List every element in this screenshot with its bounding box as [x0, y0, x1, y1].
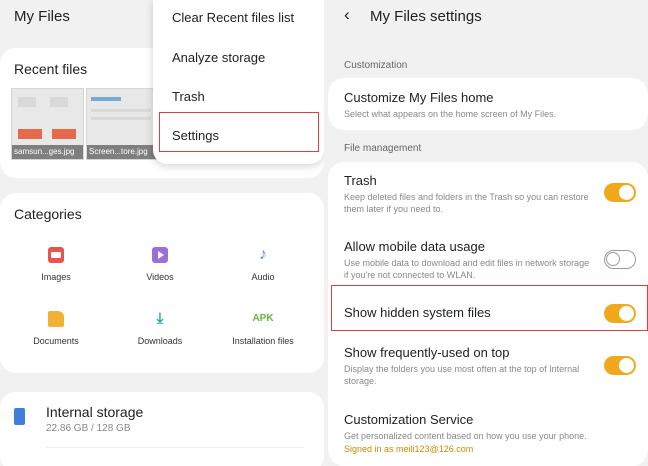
trash-toggle[interactable] [604, 183, 636, 202]
categories-card: Categories Images Videos ♪ Audio Documen… [0, 193, 324, 373]
section-file-management: File management [344, 143, 422, 154]
category-label: Installation files [232, 336, 294, 346]
back-arrow-icon[interactable]: ‹ [344, 5, 350, 25]
storage-size: 22.86 GB / 128 GB [46, 423, 131, 434]
menu-item-clear-recent[interactable]: Clear Recent files list [172, 10, 294, 25]
setting-description: Get personalized content based on how yo… [344, 431, 587, 441]
section-customization: Customization [344, 60, 408, 71]
category-installation-files[interactable]: APK Installation files [213, 311, 313, 346]
category-videos[interactable]: Videos [110, 247, 210, 282]
phone-storage-icon [14, 408, 25, 425]
internal-storage-card[interactable]: Internal storage 22.86 GB / 128 GB [0, 392, 324, 466]
setting-description: Display the folders you use most often a… [344, 364, 580, 386]
apk-icon: APK [252, 313, 274, 324]
category-downloads[interactable]: ⤓ Downloads [110, 310, 210, 347]
divider [46, 447, 304, 448]
categories-title: Categories [14, 206, 82, 222]
mobile-data-toggle[interactable] [604, 250, 636, 269]
category-documents[interactable]: Documents [6, 311, 106, 346]
recent-file-name: samsun...ges.jpg [12, 145, 83, 159]
category-label: Downloads [137, 336, 183, 346]
setting-description: Use mobile data to download and edit fil… [344, 258, 590, 280]
frequent-toggle[interactable] [604, 356, 636, 375]
category-images[interactable]: Images [6, 247, 106, 282]
setting-description: Keep deleted files and folders in the Tr… [344, 192, 589, 214]
setting-title: Show frequently-used on top [344, 345, 510, 360]
menu-item-trash[interactable]: Trash [172, 89, 205, 104]
document-icon [48, 311, 64, 327]
setting-title: Customize My Files home [344, 90, 494, 105]
recent-files-title: Recent files [14, 61, 88, 77]
recent-file-name: Screen...tore.jpg [87, 145, 158, 159]
overflow-menu: Clear Recent files list Analyze storage … [153, 0, 324, 164]
signed-in-account: Signed in as meili123@126.com [344, 444, 474, 454]
my-files-screen: My Files Recent files samsun...ges.jpg S… [0, 0, 324, 466]
category-label: Videos [146, 272, 174, 282]
page-title: My Files settings [370, 8, 482, 25]
video-icon [152, 247, 168, 263]
setting-title: Trash [344, 173, 377, 188]
menu-item-analyze-storage[interactable]: Analyze storage [172, 50, 265, 65]
category-label: Documents [33, 336, 79, 346]
setting-title: Allow mobile data usage [344, 239, 485, 254]
music-note-icon: ♪ [259, 246, 267, 263]
setting-description: Select what appears on the home screen o… [344, 109, 557, 119]
settings-screen: ‹ My Files settings Customization Custom… [324, 0, 648, 466]
storage-name: Internal storage [46, 404, 144, 420]
settings-highlight-box [159, 112, 319, 152]
recent-file-thumb[interactable]: samsun...ges.jpg [11, 88, 84, 160]
category-audio[interactable]: ♪ Audio [213, 246, 313, 283]
download-icon: ⤓ [156, 310, 164, 327]
customize-home-row[interactable]: Customize My Files home Select what appe… [328, 78, 648, 130]
hidden-files-highlight-box [331, 285, 648, 331]
setting-title: Customization Service [344, 412, 474, 427]
app-title: My Files [14, 8, 70, 25]
category-label: Images [41, 272, 71, 282]
image-icon [48, 247, 64, 263]
category-label: Audio [251, 272, 275, 282]
recent-file-thumb[interactable]: Screen...tore.jpg [86, 88, 159, 160]
